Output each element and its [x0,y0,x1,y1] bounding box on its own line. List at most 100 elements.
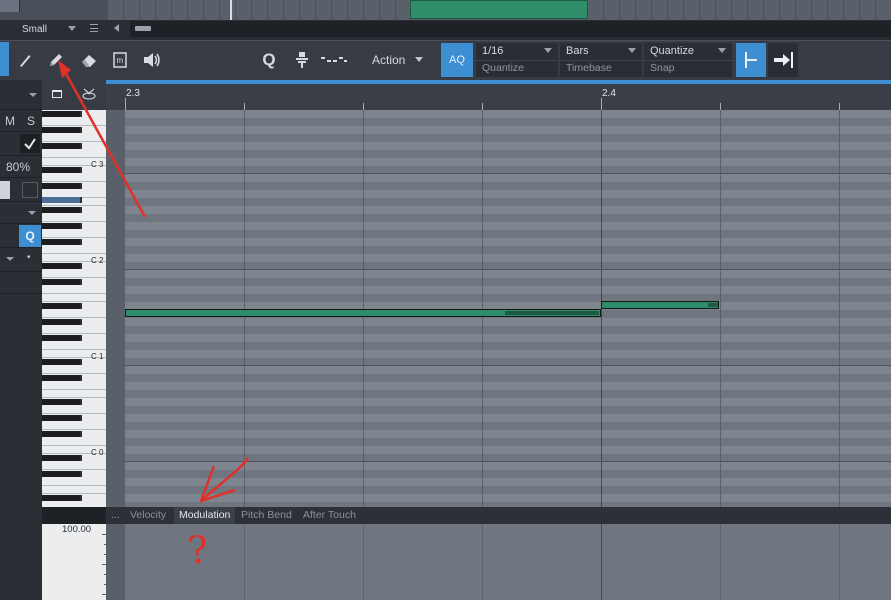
timebase-value: Bars [566,45,589,57]
piano-black-key[interactable] [42,111,82,117]
tab-pitch-bend[interactable]: Pitch Bend [236,507,297,524]
quantize-caption: Quantize [482,62,525,74]
piano-white-key-edge [42,389,106,390]
humanize-icon[interactable] [289,47,315,73]
drum-view-icon[interactable] [82,88,96,100]
eraser-tool-icon[interactable] [76,47,102,73]
lane-grid [244,524,840,600]
ruler-tick [839,103,840,110]
ruler-tick [244,103,245,110]
snap-to-grid-toggle[interactable] [736,43,766,77]
lane-left-margin [106,524,125,600]
piano-black-key[interactable] [42,415,82,421]
piano-black-key[interactable] [42,223,82,229]
piano-white-key-edge [42,301,106,302]
input-quantize-toggle[interactable]: Q [19,225,41,247]
piano-view-icon[interactable] [52,90,62,98]
piano-black-key[interactable] [42,335,82,341]
zoom-value[interactable]: 80% [6,160,30,174]
tab-velocity[interactable]: Velocity [125,507,171,524]
piano-black-key[interactable] [42,167,82,173]
record-toggle[interactable] [22,182,38,198]
ruler-tick [720,103,721,110]
mute-button[interactable]: M [0,114,20,128]
piano-white-key-edge [42,293,106,294]
piano-black-key[interactable] [42,207,82,213]
piano-white-key-edge [42,493,106,494]
piano-black-key[interactable] [42,319,82,325]
piano-black-key[interactable] [42,431,82,437]
piano-black-key[interactable] [42,263,82,269]
piano-white-key-edge [42,277,106,278]
piano-white-key-edge [42,469,106,470]
speaker-icon[interactable] [139,47,165,73]
snap-select[interactable]: Quantize Snap [644,43,732,77]
piano-black-key[interactable] [42,359,82,365]
option-dot[interactable]: • [27,252,31,263]
piano-white-key-edge [42,317,106,318]
piano-white-key-edge [42,237,106,238]
auto-quantize-toggle[interactable]: AQ [441,43,473,77]
quantize-select[interactable]: 1/16 Quantize [476,43,558,77]
piano-black-key[interactable] [42,375,82,381]
horizontal-scrollbar[interactable] [130,21,891,37]
chevron-down-icon [415,57,423,62]
list-icon[interactable] [90,24,98,32]
chevron-down-icon[interactable] [5,256,15,262]
track-header-corner[interactable] [0,0,20,12]
piano-black-key[interactable] [42,303,82,309]
action-menu-button[interactable]: Action [362,47,434,73]
snap-value: Quantize [650,45,695,57]
chevron-down-icon [718,48,726,53]
piano-white-key-edge [42,445,106,446]
note-velocity-bar [505,311,599,315]
piano-black-key[interactable] [42,127,82,133]
timeline-ruler[interactable] [106,80,891,110]
legato-icon[interactable] [320,47,348,73]
piano-white-key-edge [42,205,106,206]
piano-white-key-edge [42,221,106,222]
chevron-down-icon[interactable] [27,210,37,216]
follow-playback-toggle[interactable] [768,43,798,77]
quantize-icon[interactable]: Q [256,47,282,73]
octave-label: C 0 [91,448,104,457]
octave-label: C 3 [91,160,104,169]
midi-note[interactable] [601,301,719,309]
chevron-down-icon[interactable] [28,92,38,98]
note-velocity-bar [708,303,718,307]
piano-keyboard[interactable]: C 3 C 2 C 1 C 0 [42,110,106,507]
piano-white-key-edge [42,125,106,126]
scrollbar-thumb[interactable] [135,26,151,31]
tab-after-touch[interactable]: After Touch [298,507,361,524]
piano-white-key-edge [42,141,106,142]
octave-label: C 1 [91,352,104,361]
piano-black-key[interactable] [42,471,82,477]
piano-white-key-edge [42,413,106,414]
snap-caption: Snap [650,62,675,74]
piano-white-key-edge [42,349,106,350]
tab-modulation[interactable]: Modulation [174,507,236,524]
pencil-tool-icon[interactable] [43,47,69,73]
enable-checkbox[interactable] [20,134,40,153]
piano-white-key-edge [42,181,106,182]
piano-black-key[interactable] [42,143,82,149]
piano-black-key[interactable] [42,239,82,245]
piano-white-key-edge [42,485,106,486]
svg-text:m: m [117,56,124,65]
note-grid[interactable] [125,110,891,507]
piano-white-key-edge [42,253,106,254]
instrument-part-event[interactable] [410,0,588,19]
piano-black-key[interactable] [42,279,82,285]
scroll-left-icon[interactable] [114,24,119,32]
timebase-select[interactable]: Bars Timebase [560,43,642,77]
piano-black-key[interactable] [42,495,82,501]
lane-more-button[interactable]: ... [106,507,125,524]
arrow-tool-icon[interactable] [12,47,38,73]
piano-white-key-edge [42,373,106,374]
piano-black-key[interactable] [42,183,82,189]
mute-tool-icon[interactable]: m [107,47,133,73]
piano-black-key[interactable] [42,455,82,461]
piano-black-key[interactable] [42,399,82,405]
ruler-tick [363,103,364,110]
solo-button[interactable]: S [21,114,41,128]
